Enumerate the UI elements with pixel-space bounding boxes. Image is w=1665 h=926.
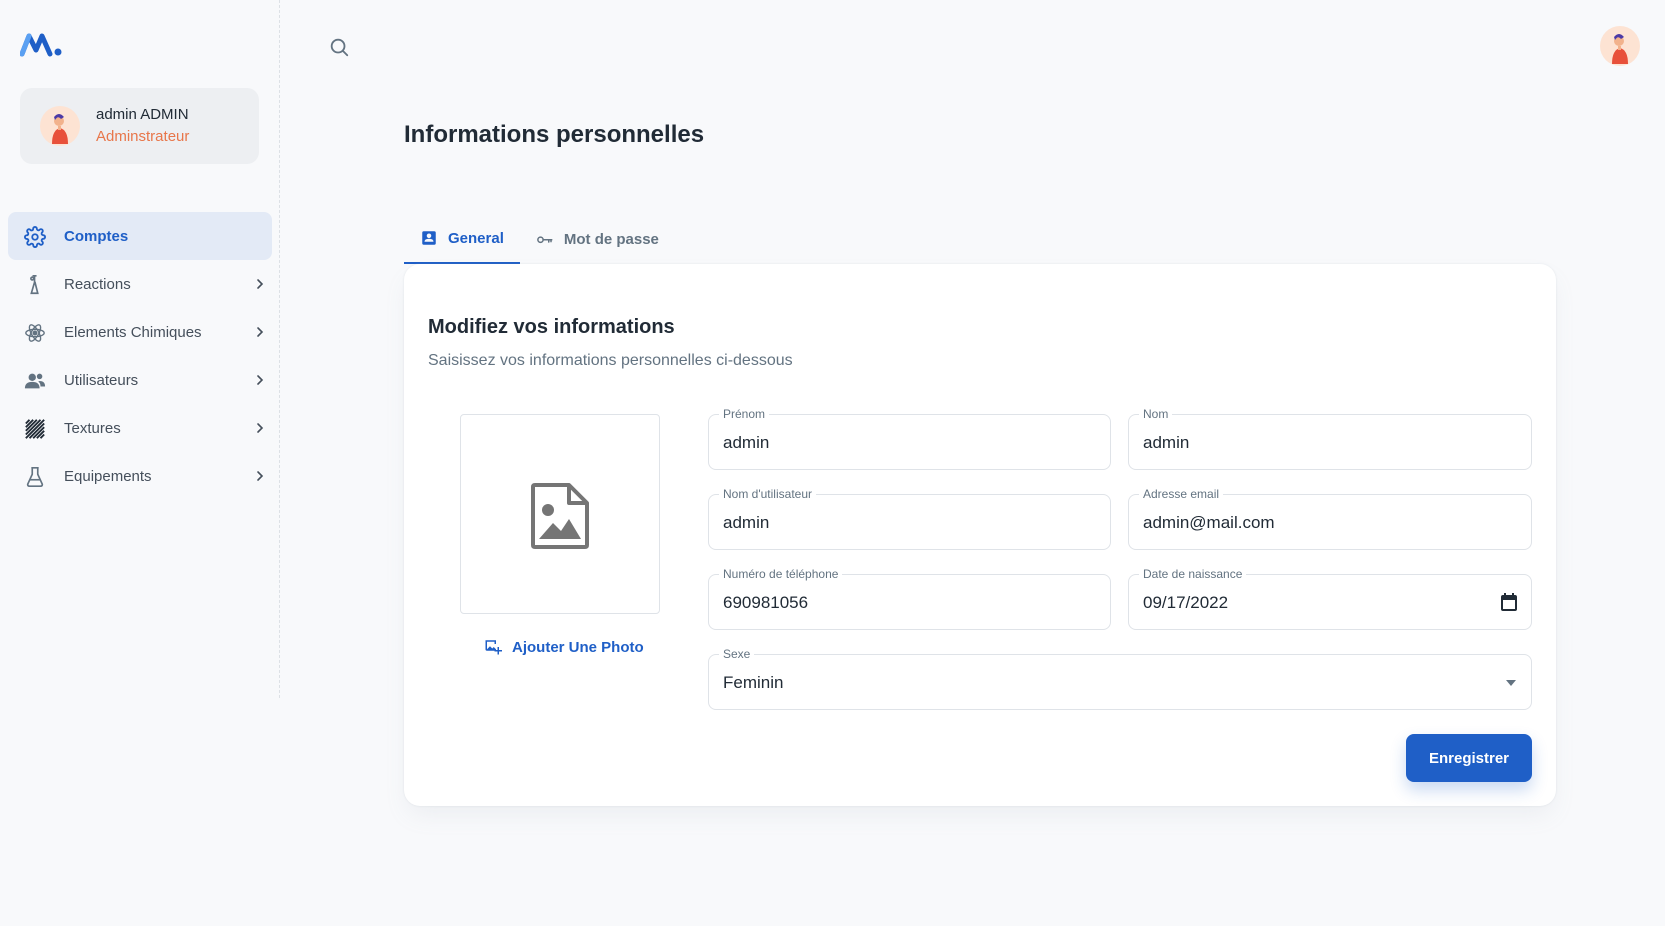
birthdate-field[interactable]: Date de naissance 09/17/2022 bbox=[1128, 567, 1532, 630]
field-label: Sexe bbox=[719, 647, 755, 661]
field-value: Feminin bbox=[723, 673, 784, 692]
field-value: 09/17/2022 bbox=[1143, 593, 1229, 612]
texture-icon bbox=[25, 419, 45, 439]
tab-label: General bbox=[448, 229, 504, 247]
field-value: admin@mail.com bbox=[1143, 513, 1275, 532]
caret-down-icon bbox=[1506, 680, 1516, 686]
sidebar: admin ADMIN Adminstrateur Comptes Reacti… bbox=[0, 0, 280, 698]
sidebar-nav: Comptes Reactions Elements Chimiques Uti… bbox=[8, 212, 272, 500]
photo-upload-box[interactable] bbox=[460, 414, 660, 614]
field-label: Nom bbox=[1139, 407, 1173, 421]
beaker-icon bbox=[26, 467, 44, 487]
sidebar-item-utilisateurs[interactable]: Utilisateurs bbox=[8, 356, 272, 404]
sidebar-item-label: Elements Chimiques bbox=[64, 323, 202, 341]
sidebar-item-textures[interactable]: Textures bbox=[8, 404, 272, 452]
atom-icon bbox=[25, 324, 45, 342]
field-label: Prénom bbox=[719, 407, 770, 421]
sidebar-item-reactions[interactable]: Reactions bbox=[8, 260, 272, 308]
prenom-field[interactable]: Prénom admin bbox=[708, 407, 1111, 470]
sidebar-item-elements-chimiques[interactable]: Elements Chimiques bbox=[8, 308, 272, 356]
sidebar-item-comptes[interactable]: Comptes bbox=[8, 212, 272, 260]
calendar-icon[interactable] bbox=[1501, 593, 1517, 611]
chevron-right-icon bbox=[257, 423, 264, 433]
gear-icon bbox=[24, 226, 46, 248]
add-photo-icon bbox=[485, 640, 502, 655]
field-label: Date de naissance bbox=[1139, 567, 1247, 581]
field-value: admin bbox=[723, 433, 770, 452]
tab-mot-de-passe[interactable]: Mot de passe bbox=[520, 214, 675, 264]
field-value: 690981056 bbox=[723, 593, 809, 612]
chevron-right-icon bbox=[257, 327, 264, 337]
sidebar-item-label: Comptes bbox=[64, 227, 129, 245]
username-field[interactable]: Nom d'utilisateur admin bbox=[708, 487, 1111, 550]
add-photo-label: Ajouter Une Photo bbox=[512, 638, 644, 656]
key-icon bbox=[537, 236, 553, 244]
field-label: Adresse email bbox=[1139, 487, 1224, 501]
profile-form-card: Modifiez vos informations Saisissez vos … bbox=[404, 264, 1556, 806]
search-icon[interactable] bbox=[328, 36, 350, 58]
form-subtitle: Saisissez vos informations personnelles … bbox=[428, 352, 793, 369]
sexe-select[interactable]: Sexe Feminin bbox=[708, 647, 1532, 710]
sidebar-item-label: Textures bbox=[64, 419, 121, 437]
account-card[interactable]: admin ADMIN Adminstrateur bbox=[20, 88, 259, 164]
sidebar-item-label: Reactions bbox=[64, 275, 131, 293]
sidebar-item-label: Utilisateurs bbox=[64, 371, 139, 389]
form-title: Modifiez vos informations bbox=[428, 316, 675, 338]
image-file-icon bbox=[531, 483, 589, 549]
sidebar-item-label: Equipements bbox=[64, 467, 152, 485]
phone-field[interactable]: Numéro de téléphone 690981056 bbox=[708, 567, 1111, 630]
sidebar-item-equipements[interactable]: Equipements bbox=[8, 452, 272, 500]
chevron-right-icon bbox=[257, 375, 264, 385]
account-role: Adminstrateur bbox=[96, 128, 190, 145]
field-label: Nom d'utilisateur bbox=[719, 487, 816, 501]
tab-label: Mot de passe bbox=[563, 230, 659, 248]
field-value: admin bbox=[1143, 433, 1190, 452]
page-title: Informations personnelles bbox=[404, 121, 705, 148]
chevron-right-icon bbox=[257, 279, 264, 289]
tabs: General Mot de passe bbox=[404, 214, 675, 264]
add-photo-button[interactable]: Ajouter Une Photo bbox=[484, 638, 644, 656]
users-icon bbox=[24, 373, 46, 389]
field-label: Numéro de téléphone bbox=[719, 567, 843, 581]
field-value: admin bbox=[723, 513, 770, 532]
avatar bbox=[40, 106, 80, 146]
flask-stand-icon bbox=[30, 275, 39, 295]
app-logo[interactable] bbox=[20, 30, 62, 58]
chevron-right-icon bbox=[257, 471, 264, 481]
email-field[interactable]: Adresse email admin@mail.com bbox=[1128, 487, 1532, 550]
avatar[interactable] bbox=[1600, 26, 1640, 66]
tab-general[interactable]: General bbox=[404, 214, 520, 264]
account-name: admin ADMIN bbox=[96, 106, 189, 123]
nom-field[interactable]: Nom admin bbox=[1128, 407, 1532, 470]
contact-card-icon bbox=[422, 231, 436, 245]
save-button[interactable]: Enregistrer bbox=[1406, 734, 1532, 782]
